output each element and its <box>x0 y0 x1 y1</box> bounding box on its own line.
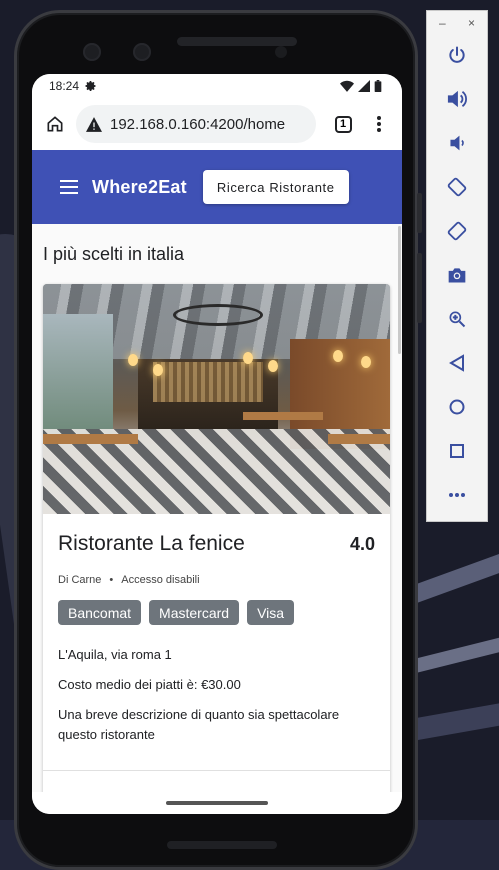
menu-icon[interactable] <box>60 180 78 194</box>
nav-handle[interactable] <box>166 801 268 805</box>
power-icon <box>449 46 465 63</box>
home-icon <box>47 116 63 132</box>
wifi-icon <box>340 80 354 92</box>
close-button[interactable]: × <box>468 16 475 33</box>
minimize-button[interactable]: – <box>439 16 446 33</box>
power-key[interactable] <box>417 193 422 233</box>
overview-icon <box>450 444 464 458</box>
overview-button[interactable] <box>427 429 487 473</box>
restaurant-rating: 4.0 <box>349 533 375 554</box>
restaurant-meta: Di Carne • Accesso disabili <box>58 574 375 586</box>
tab-count: 1 <box>334 115 352 133</box>
phone-screen: 18:24 192.168.0.160:4200/home 1 Where2Ea… <box>32 74 402 814</box>
chip-mastercard[interactable]: Mastercard <box>149 600 240 625</box>
meta-separator: • <box>109 574 114 586</box>
payment-chips: Bancomat Mastercard Visa <box>58 600 375 625</box>
restaurant-name[interactable]: Ristorante La fenice <box>58 532 245 556</box>
restaurant-photo <box>43 284 390 514</box>
zoom-button[interactable] <box>427 297 487 341</box>
gesture-nav-bar <box>32 792 402 814</box>
restaurant-card[interactable]: Ristorante La fenice 4.0 Di Carne • Acce… <box>43 284 390 794</box>
battery-icon <box>374 80 382 92</box>
card-divider <box>43 770 390 771</box>
more-button[interactable] <box>427 473 487 517</box>
warning-icon <box>86 116 102 132</box>
browser-home-button[interactable] <box>42 111 68 137</box>
volume-down-icon <box>450 135 464 151</box>
front-camera-secondary <box>133 43 151 61</box>
volume-key[interactable] <box>417 253 422 323</box>
back-icon <box>449 354 464 372</box>
chip-visa[interactable]: Visa <box>247 600 295 625</box>
zoom-icon <box>449 311 466 328</box>
rotate-right-button[interactable] <box>427 209 487 253</box>
rotate-left-button[interactable] <box>427 165 487 209</box>
restaurant-description: Una breve descrizione di quanto sia spet… <box>58 707 340 742</box>
more-icon <box>449 493 465 497</box>
tab-switcher-button[interactable]: 1 <box>328 115 358 133</box>
scrollbar[interactable] <box>398 226 401 354</box>
address-text: 192.168.0.160:4200/home <box>110 115 286 133</box>
proximity-sensor <box>275 46 287 58</box>
restaurant-avg-cost: Costo medio dei piatti è: €30.00 <box>58 677 241 692</box>
front-camera <box>83 43 101 61</box>
section-title: I più scelti in italia <box>43 244 185 264</box>
volume-up-button[interactable] <box>427 77 487 121</box>
volume-up-icon <box>447 90 467 108</box>
restaurant-category: Di Carne <box>58 574 102 586</box>
status-bar: 18:24 <box>32 74 402 98</box>
home-button[interactable] <box>427 385 487 429</box>
rotate-right-icon <box>447 221 467 241</box>
settings-gear-icon <box>85 81 96 91</box>
emulator-controls-panel: – × <box>426 10 488 522</box>
main-content: I più scelti in italia Ristorante La fen… <box>32 224 402 794</box>
back-button[interactable] <box>427 341 487 385</box>
browser-toolbar: 192.168.0.160:4200/home 1 <box>32 98 402 150</box>
power-button[interactable] <box>427 33 487 77</box>
restaurant-accessibility: Accesso disabili <box>121 574 200 586</box>
more-vert-icon <box>377 116 381 132</box>
volume-down-button[interactable] <box>427 121 487 165</box>
screenshot-button[interactable] <box>427 253 487 297</box>
chip-bancomat[interactable]: Bancomat <box>58 600 142 625</box>
earpiece <box>177 37 297 46</box>
search-restaurant-button[interactable]: Ricerca Ristorante <box>202 170 349 204</box>
browser-menu-button[interactable] <box>366 115 392 133</box>
app-brand[interactable]: Where2Eat <box>92 177 187 198</box>
bottom-speaker <box>167 841 277 849</box>
restaurant-address: L'Aquila, via roma 1 <box>58 647 172 662</box>
address-bar[interactable]: 192.168.0.160:4200/home <box>76 105 316 143</box>
home-circle-icon <box>449 399 465 415</box>
rotate-left-icon <box>447 177 467 197</box>
status-time: 18:24 <box>49 79 80 93</box>
camera-icon <box>448 268 466 283</box>
app-toolbar: Where2Eat Ricerca Ristorante <box>32 150 402 224</box>
signal-icon <box>358 80 370 92</box>
